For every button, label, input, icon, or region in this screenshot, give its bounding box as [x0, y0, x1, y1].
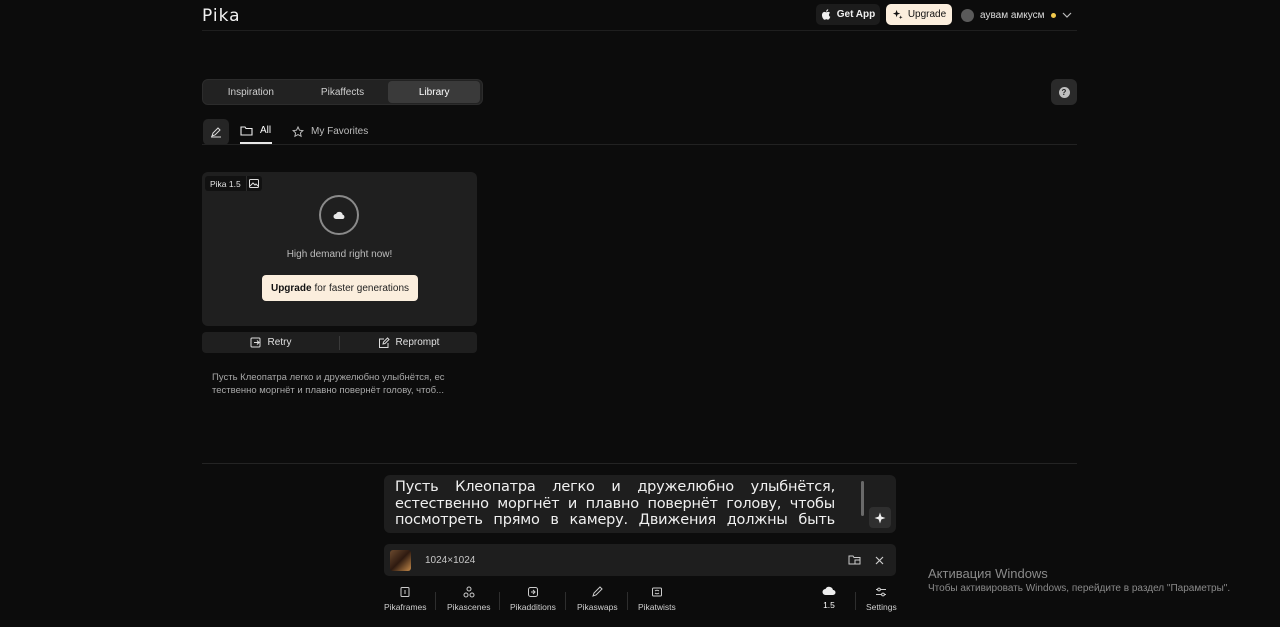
retry-icon [250, 337, 261, 348]
folder-icon [240, 126, 253, 136]
composer-divider [202, 463, 1077, 464]
swaps-icon [592, 586, 603, 597]
tool-pikaswaps-label: Pikaswaps [577, 602, 618, 612]
cloud-icon [333, 211, 344, 219]
edit-button[interactable] [203, 119, 229, 145]
cloud-icon [822, 586, 836, 595]
settings-button[interactable]: Settings [866, 586, 897, 612]
model-selector[interactable]: 1.5 [822, 586, 836, 610]
additions-icon [527, 587, 538, 597]
tool-pikascenes-label: Pikascenes [447, 602, 491, 612]
toolbar-divider [435, 592, 436, 610]
tab-inspiration[interactable]: Inspiration [205, 81, 297, 103]
windows-activation-subtitle: Чтобы активировать Windows, перейдите в … [928, 583, 1231, 594]
model-selector-label: 1.5 [823, 600, 835, 610]
frames-icon [400, 587, 410, 597]
toolbar-divider [565, 592, 566, 610]
sparkle-icon [874, 512, 886, 523]
reprompt-label: Reprompt [395, 337, 440, 348]
help-button[interactable]: ? [1051, 79, 1077, 105]
toolbar-divider [855, 592, 856, 610]
tool-pikatwists-label: Pikatwists [638, 602, 676, 612]
media-dimensions: 1024×1024 [425, 554, 476, 566]
toolbar-divider [627, 592, 628, 610]
avatar [961, 8, 974, 22]
model-badge: Pika 1.5 [205, 176, 262, 191]
tool-pikaframes[interactable]: Pikaframes [384, 586, 427, 612]
get-app-button[interactable]: Get App [816, 4, 880, 25]
sliders-icon [876, 587, 887, 597]
reprompt-button[interactable]: Reprompt [340, 332, 477, 353]
tool-pikaswaps[interactable]: Pikaswaps [577, 586, 618, 612]
tool-pikascenes[interactable]: Pikascenes [447, 586, 490, 612]
card-prompt-preview: Пусть Клеопатра легко и дружелюбно улыбн… [212, 372, 445, 396]
image-icon [245, 176, 262, 191]
tool-pikadditions[interactable]: Pikadditions [510, 586, 556, 612]
retry-label: Retry [267, 337, 292, 348]
tool-pikadditions-label: Pikadditions [510, 602, 556, 612]
tool-pikatwists[interactable]: Pikatwists [638, 586, 676, 612]
filter-all-label: All [260, 125, 272, 136]
user-name: аувам амкусм [980, 9, 1045, 21]
question-icon: ? [1058, 86, 1070, 98]
prompt-scrollbar[interactable] [861, 481, 864, 516]
apple-icon [821, 9, 831, 20]
media-attachment: 1024×1024 [384, 544, 896, 576]
loading-spinner [319, 195, 359, 235]
folder-image-icon[interactable] [844, 549, 866, 571]
star-icon [292, 125, 304, 137]
subnav-divider [202, 144, 1077, 145]
chevron-down-icon [1062, 12, 1071, 18]
prompt-text[interactable]: Пусть Клеопатра легко и дружелюбно улыбн… [395, 479, 835, 529]
tab-pikaffects[interactable]: Pikaffects [297, 81, 389, 103]
generate-button[interactable] [869, 507, 891, 528]
header-divider [202, 30, 1077, 31]
pencil-icon [211, 127, 221, 138]
card-upgrade-rest: for faster generations [314, 282, 410, 294]
tab-library[interactable]: Library [388, 81, 481, 103]
edit-square-icon [378, 336, 390, 348]
main-tabs: Inspiration Pikaffects Library [202, 79, 483, 105]
settings-label: Settings [866, 602, 897, 612]
filter-favorites[interactable]: My Favorites [292, 119, 368, 144]
retry-button[interactable]: Retry [202, 332, 339, 353]
scenes-icon [463, 586, 475, 598]
status-text: High demand right now! [286, 249, 393, 260]
image-thumbnail[interactable] [390, 549, 411, 571]
twists-icon [651, 587, 662, 597]
filter-all[interactable]: All [240, 119, 273, 144]
card-upgrade-button[interactable]: Upgrade for faster generations [262, 275, 418, 301]
card-upgrade-bold: Upgrade [270, 282, 312, 294]
pika-logo[interactable]: Pika [202, 6, 241, 26]
toolbar-divider [499, 592, 500, 610]
model-badge-label: Pika 1.5 [210, 178, 241, 189]
get-app-label: Get App [836, 9, 876, 20]
user-menu[interactable]: аувам амкусм [961, 7, 1072, 23]
tool-pikaframes-label: Pikaframes [384, 602, 427, 612]
upgrade-label: Upgrade [907, 9, 947, 20]
sparkle-icon [892, 9, 903, 20]
windows-activation-title: Активация Windows [928, 566, 1048, 581]
card-actions: Retry Reprompt [202, 332, 477, 353]
status-dot [1050, 12, 1056, 18]
upgrade-button[interactable]: Upgrade [886, 4, 952, 25]
close-icon[interactable] [868, 549, 890, 571]
filter-favorites-label: My Favorites [311, 126, 369, 137]
